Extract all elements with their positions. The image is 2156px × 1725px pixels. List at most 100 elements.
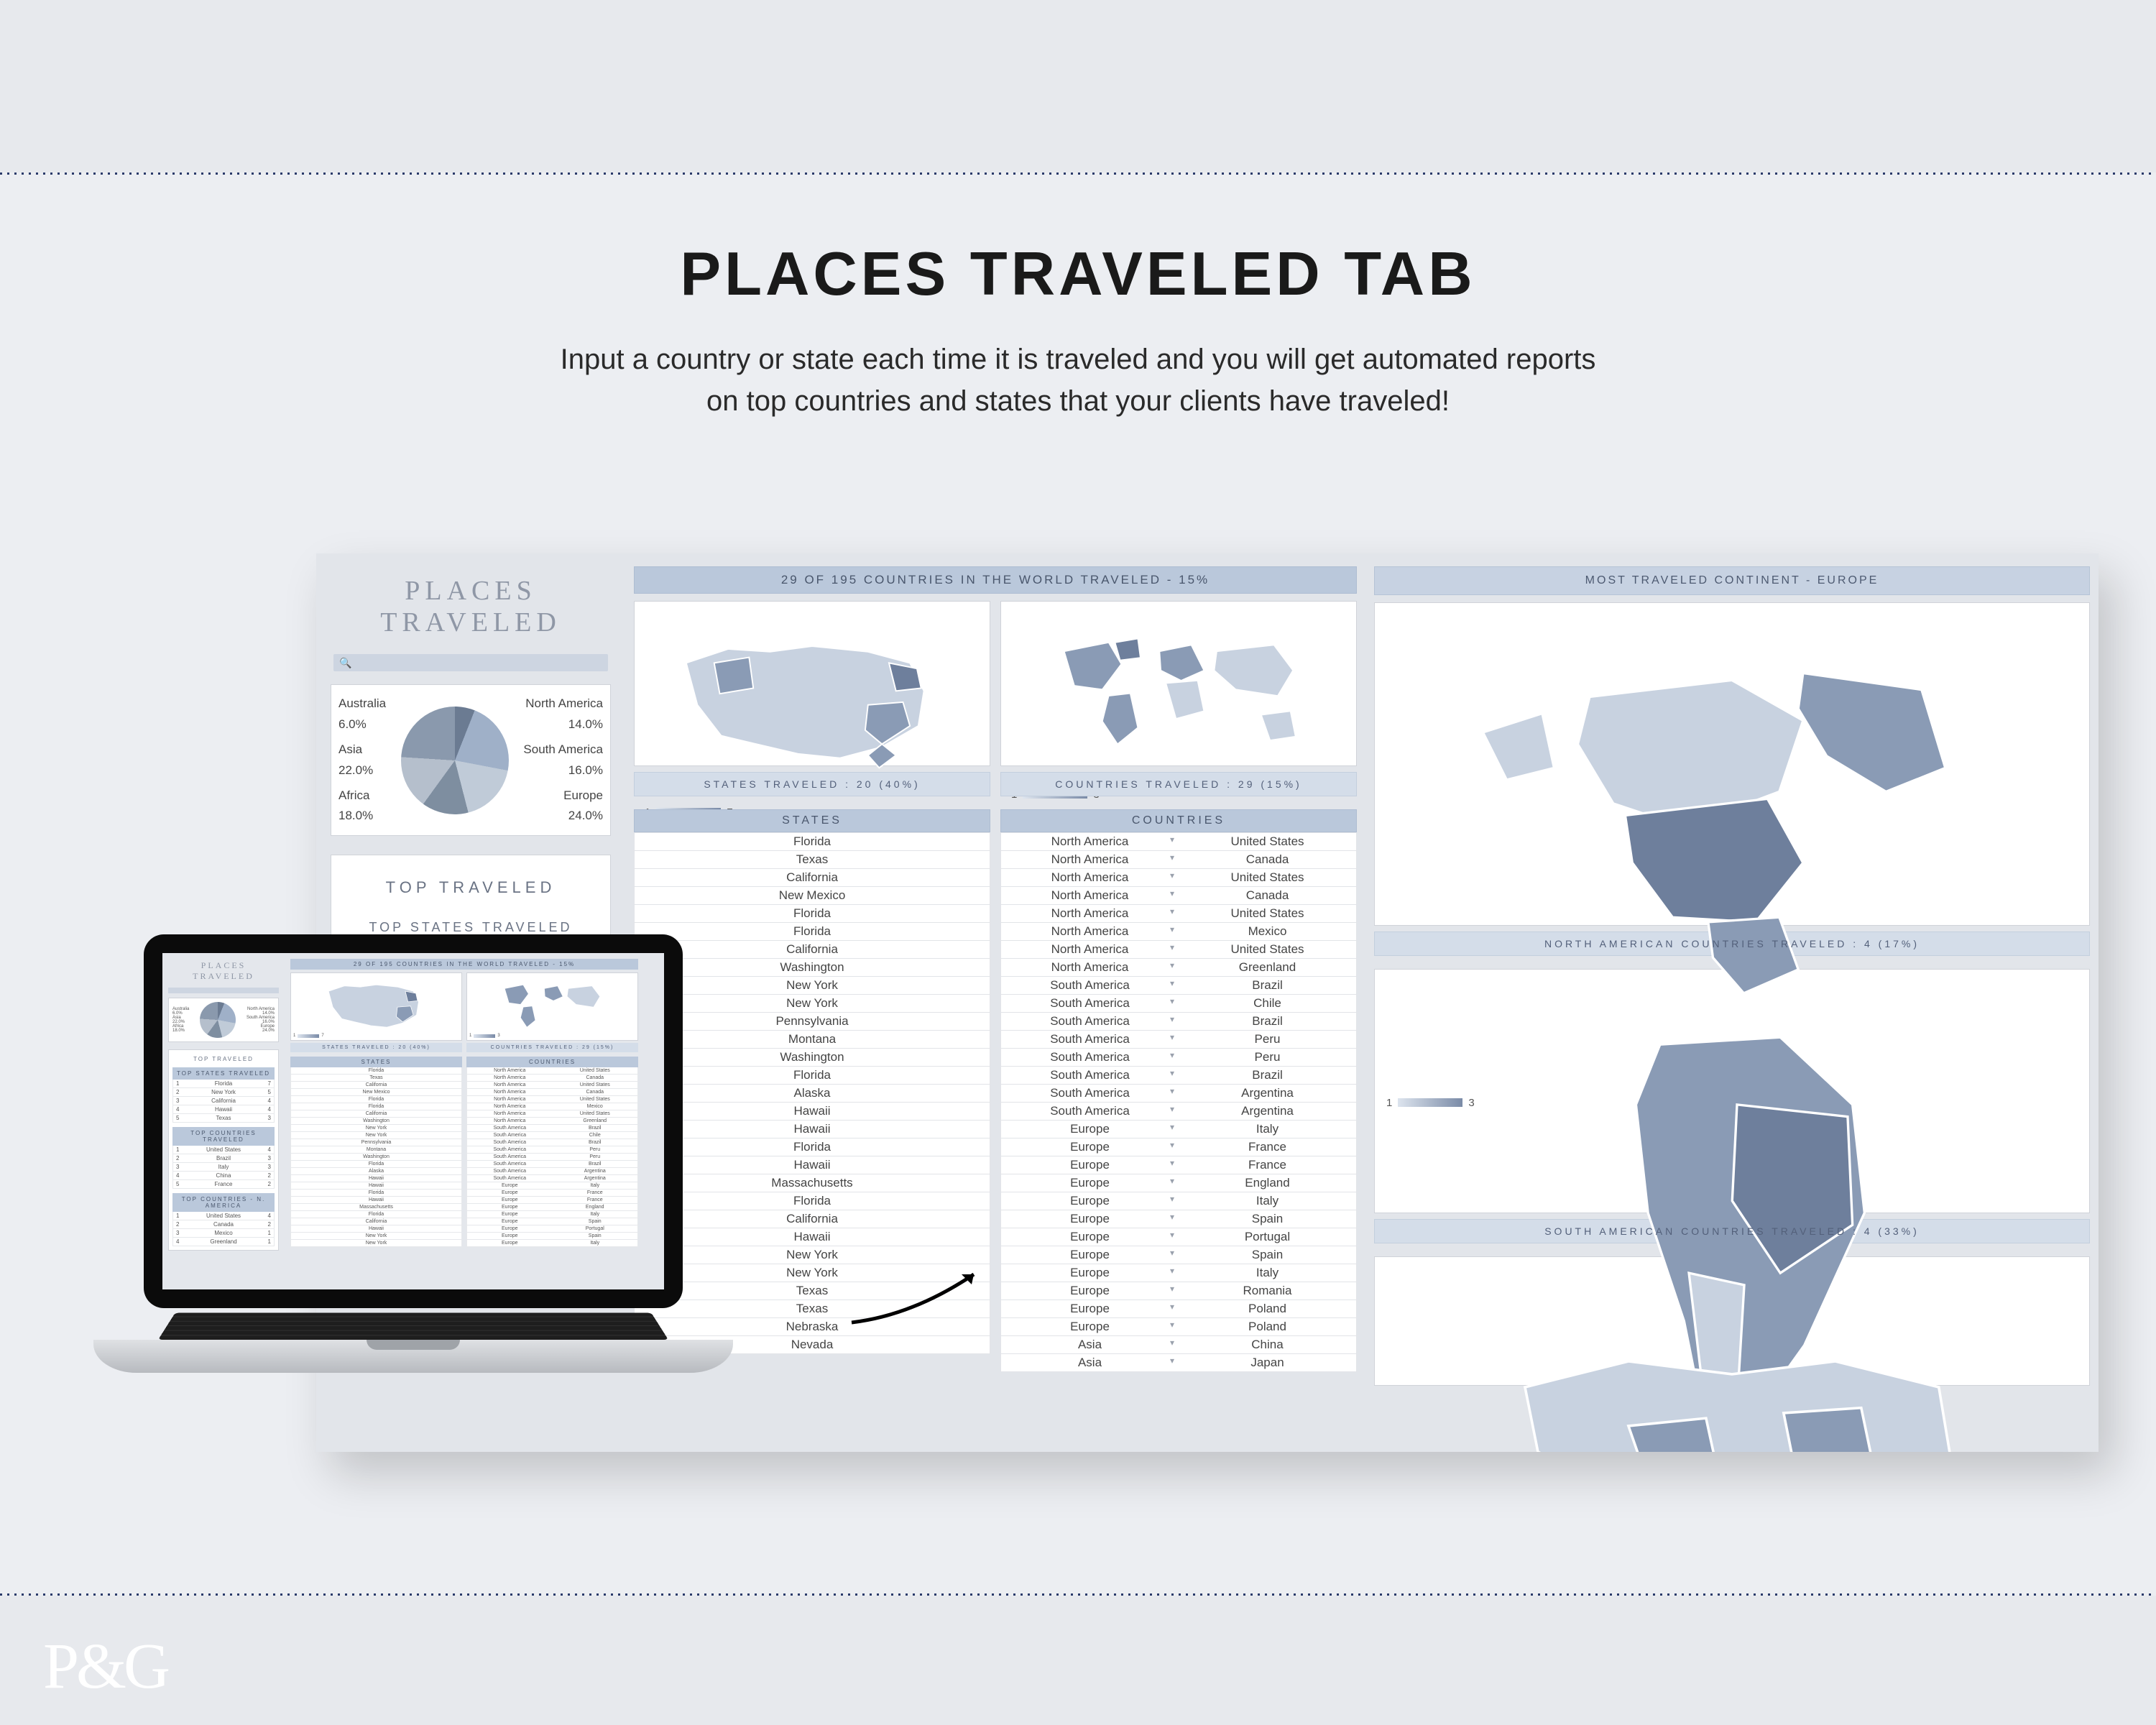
mini-state-row[interactable]: Washington [290,1154,462,1161]
region-cell[interactable]: Europe [1001,1122,1179,1136]
country-row[interactable]: North AmericaGreenland [1000,959,1357,977]
mini-state-row[interactable]: Hawaii [290,1175,462,1182]
mini-state-row[interactable]: Florida [290,1103,462,1110]
country-row[interactable]: EuropeRomania [1000,1282,1357,1300]
mini-state-row[interactable]: Massachusetts [290,1204,462,1211]
country-row[interactable]: North AmericaUnited States [1000,941,1357,959]
mini-country-row[interactable]: South AmericaPeru [466,1146,638,1154]
region-cell[interactable]: North America [1001,960,1179,975]
region-cell[interactable]: North America [1001,942,1179,957]
region-cell[interactable]: South America [1001,978,1179,993]
country-row[interactable]: South AmericaBrazil [1000,1013,1357,1031]
region-cell[interactable]: Europe [1001,1302,1179,1316]
mini-country-row[interactable]: EuropeFrance [466,1197,638,1204]
region-cell[interactable]: South America [1001,1068,1179,1082]
region-cell[interactable]: South America [1001,996,1179,1011]
mini-state-row[interactable]: Hawaii [290,1225,462,1233]
mini-state-row[interactable]: Hawaii [290,1182,462,1190]
region-cell[interactable]: Europe [1001,1176,1179,1190]
country-row[interactable]: North AmericaUnited States [1000,905,1357,923]
mini-country-row[interactable]: North AmericaUnited States [466,1067,638,1075]
country-row[interactable]: North AmericaUnited States [1000,869,1357,887]
mini-country-row[interactable]: North AmericaCanada [466,1075,638,1082]
mini-state-row[interactable]: Pennsylvania [290,1139,462,1146]
mini-state-row[interactable]: New York [290,1240,462,1247]
region-cell[interactable]: Europe [1001,1284,1179,1298]
mini-country-row[interactable]: South AmericaArgentina [466,1168,638,1175]
mini-state-row[interactable]: Florida [290,1211,462,1218]
country-row[interactable]: EuropeEngland [1000,1174,1357,1192]
country-row[interactable]: South AmericaPeru [1000,1031,1357,1049]
country-row[interactable]: EuropePoland [1000,1318,1357,1336]
country-row[interactable]: North AmericaMexico [1000,923,1357,941]
country-row[interactable]: South AmericaChile [1000,995,1357,1013]
country-row[interactable]: South AmericaArgentina [1000,1103,1357,1121]
state-row[interactable]: California [634,869,990,887]
mini-state-row[interactable]: California [290,1082,462,1089]
country-row[interactable]: South AmericaArgentina [1000,1085,1357,1103]
state-row[interactable]: Florida [634,905,990,923]
mini-state-row[interactable]: Montana [290,1146,462,1154]
mini-country-row[interactable]: EuropeSpain [466,1233,638,1240]
search-input[interactable]: 🔍 [333,654,608,671]
region-cell[interactable]: South America [1001,1050,1179,1064]
mini-country-row[interactable]: EuropeEngland [466,1204,638,1211]
country-row[interactable]: North AmericaUnited States [1000,832,1357,851]
state-row[interactable]: Florida [634,832,990,851]
region-cell[interactable]: Europe [1001,1194,1179,1208]
country-row[interactable]: North AmericaCanada [1000,887,1357,905]
mini-country-row[interactable]: South AmericaChile [466,1132,638,1139]
mini-state-row[interactable]: Florida [290,1190,462,1197]
region-cell[interactable]: South America [1001,1086,1179,1100]
region-cell[interactable]: North America [1001,834,1179,849]
mini-country-row[interactable]: South AmericaBrazil [466,1161,638,1168]
state-row[interactable]: New Mexico [634,887,990,905]
region-cell[interactable]: Europe [1001,1230,1179,1244]
region-cell[interactable]: North America [1001,888,1179,903]
country-row[interactable]: EuropeSpain [1000,1246,1357,1264]
country-row[interactable]: EuropeItaly [1000,1121,1357,1138]
region-cell[interactable]: Asia [1001,1338,1179,1352]
mini-country-row[interactable]: South AmericaBrazil [466,1125,638,1132]
mini-state-row[interactable]: California [290,1110,462,1118]
region-cell[interactable]: North America [1001,870,1179,885]
mini-state-row[interactable]: New Mexico [290,1089,462,1096]
mini-state-row[interactable]: Florida [290,1096,462,1103]
mini-state-row[interactable]: New York [290,1233,462,1240]
mini-state-row[interactable]: California [290,1218,462,1225]
mini-country-row[interactable]: North AmericaGreenland [466,1118,638,1125]
country-row[interactable]: AsiaChina [1000,1336,1357,1354]
region-cell[interactable]: Europe [1001,1158,1179,1172]
region-cell[interactable]: Europe [1001,1212,1179,1226]
mini-country-row[interactable]: EuropePortugal [466,1225,638,1233]
country-row[interactable]: AsiaJapan [1000,1354,1357,1372]
mini-country-row[interactable]: EuropeFrance [466,1190,638,1197]
country-row[interactable]: EuropePortugal [1000,1228,1357,1246]
country-row[interactable]: South AmericaBrazil [1000,1067,1357,1085]
country-row[interactable]: EuropeItaly [1000,1192,1357,1210]
mini-country-row[interactable]: EuropeItaly [466,1211,638,1218]
region-cell[interactable]: Europe [1001,1266,1179,1280]
region-cell[interactable]: South America [1001,1014,1179,1029]
mini-state-row[interactable]: Florida [290,1161,462,1168]
region-cell[interactable]: Europe [1001,1320,1179,1334]
region-cell[interactable]: South America [1001,1104,1179,1118]
region-cell[interactable]: Asia [1001,1356,1179,1370]
mini-country-row[interactable]: South AmericaArgentina [466,1175,638,1182]
mini-country-row[interactable]: North AmericaUnited States [466,1096,638,1103]
mini-country-row[interactable]: North AmericaMexico [466,1103,638,1110]
mini-state-row[interactable]: Texas [290,1075,462,1082]
country-row[interactable]: South AmericaBrazil [1000,977,1357,995]
country-row[interactable]: EuropeSpain [1000,1210,1357,1228]
mini-country-row[interactable]: North AmericaUnited States [466,1082,638,1089]
mini-country-row[interactable]: EuropeItaly [466,1240,638,1247]
mini-state-row[interactable]: New York [290,1132,462,1139]
mini-country-row[interactable]: South AmericaBrazil [466,1139,638,1146]
region-cell[interactable]: North America [1001,924,1179,939]
mini-country-row[interactable]: EuropeItaly [466,1182,638,1190]
country-row[interactable]: EuropePoland [1000,1300,1357,1318]
state-row[interactable]: Texas [634,851,990,869]
country-row[interactable]: South AmericaPeru [1000,1049,1357,1067]
mini-country-row[interactable]: South AmericaPeru [466,1154,638,1161]
mini-country-row[interactable]: North AmericaUnited States [466,1110,638,1118]
